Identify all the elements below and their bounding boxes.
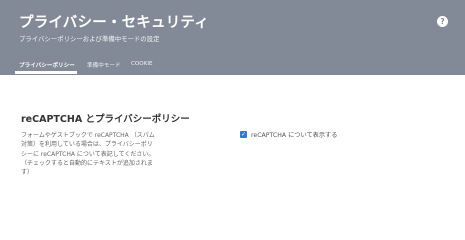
- section-description: フォームやゲストブックで reCAPTCHA （スパム対策）を利用している場合は…: [21, 132, 155, 177]
- tab-cookie[interactable]: COOKIE: [131, 61, 153, 67]
- tab-maintenance-mode[interactable]: 準備中モード: [87, 61, 121, 69]
- page-title: プライバシー・セキュリティ: [19, 15, 209, 31]
- active-tab-indicator: [15, 71, 77, 74]
- help-icon[interactable]: ?: [437, 16, 448, 27]
- recaptcha-checkbox[interactable]: ✓: [240, 131, 247, 138]
- recaptcha-checkbox-label[interactable]: reCAPTCHA について表示する: [251, 130, 337, 139]
- page-header: プライバシー・セキュリティ プライバシーポリシーおよび準備中モードの設定 ? プ…: [0, 0, 465, 75]
- section-title: reCAPTCHA とプライバシーポリシー: [21, 114, 190, 125]
- page-subtitle: プライバシーポリシーおよび準備中モードの設定: [19, 35, 160, 43]
- tab-privacy-policy[interactable]: プライバシーポリシー: [19, 61, 75, 69]
